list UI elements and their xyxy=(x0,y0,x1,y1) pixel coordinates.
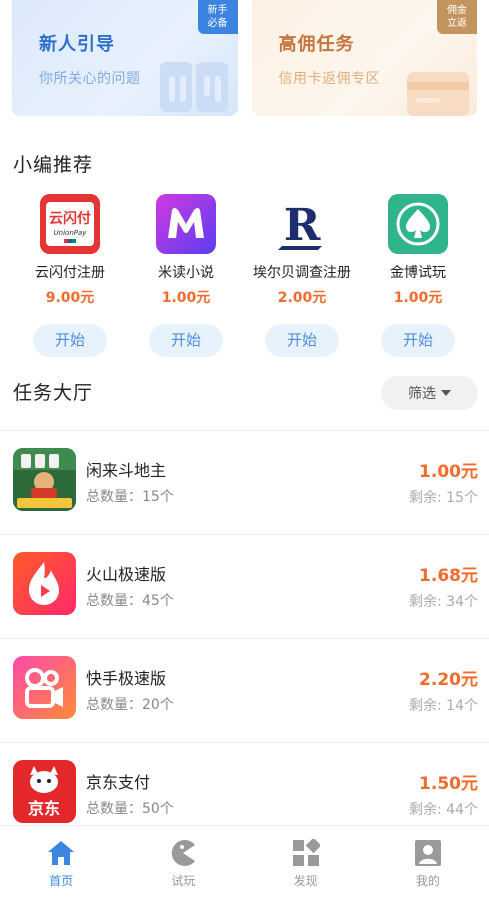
task-row[interactable]: 快手极速版 总数量：20个 2.20元 剩余: 14个 xyxy=(0,638,489,742)
card-game-icon xyxy=(13,448,76,511)
task-hall-title: 任务大厅 xyxy=(13,382,94,404)
recommend-item-name: 云闪付注册 xyxy=(35,265,105,281)
task-name: 闲来斗地主 xyxy=(86,461,167,480)
pacman-icon xyxy=(168,838,198,868)
task-price: 1.68元 xyxy=(419,566,478,586)
task-list: 闲来斗地主 总数量：15个 1.00元 剩余: 15个 火山极速版 总数量：45… xyxy=(0,430,489,846)
recommend-item-price: 9.00元 xyxy=(45,290,95,306)
bottom-nav: 首页 试玩 发现 我的 xyxy=(0,825,489,897)
promo-banner-row: 新人引导 你所关心的问题 新手 必备 高佣任务 信用卡返佣专区 佣金 立返 xyxy=(12,0,477,116)
recommend-item-name: 埃尔贝调查注册 xyxy=(253,265,351,281)
nav-home[interactable]: 首页 xyxy=(0,826,122,897)
start-button[interactable]: 开始 xyxy=(265,324,339,357)
badge-line: 必备 xyxy=(207,18,228,29)
nav-label: 试玩 xyxy=(171,874,196,888)
badge-line: 立返 xyxy=(447,18,467,29)
jd-logo-text: 京东 xyxy=(28,799,60,818)
unionpay-icon: 云闪付 UnionPay xyxy=(40,194,100,254)
start-button[interactable]: 开始 xyxy=(33,324,107,357)
flame-icon xyxy=(13,552,76,615)
recommend-item-name: 米读小说 xyxy=(158,265,214,281)
recommend-item-name: 金博试玩 xyxy=(390,265,446,281)
letter-r-glyph: R xyxy=(284,200,321,251)
recommend-item-price: 1.00元 xyxy=(161,290,211,306)
filter-label: 筛选 xyxy=(408,386,436,402)
badge-line: 佣金 xyxy=(447,5,467,16)
jd-dog-icon: 京东 xyxy=(13,760,76,823)
task-remaining: 剩余: 15个 xyxy=(409,490,478,506)
nav-label: 我的 xyxy=(415,874,440,888)
task-price: 1.50元 xyxy=(419,774,478,794)
midu-m-icon xyxy=(156,194,216,254)
recommend-item-price: 1.00元 xyxy=(393,290,443,306)
task-row[interactable]: 火山极速版 总数量：45个 1.68元 剩余: 34个 xyxy=(0,534,489,638)
recommend-item-price: 2.00元 xyxy=(277,290,327,306)
recommend-item[interactable]: 金博试玩 1.00元 开始 xyxy=(360,194,476,357)
nav-label: 发现 xyxy=(293,874,318,888)
badge-line: 新手 xyxy=(207,5,228,16)
spade-icon xyxy=(388,194,448,254)
filter-button[interactable]: 筛选 xyxy=(381,376,478,410)
nav-trial[interactable]: 试玩 xyxy=(122,826,244,897)
book-icon xyxy=(159,62,228,112)
start-button[interactable]: 开始 xyxy=(381,324,455,357)
caret-down-icon xyxy=(441,390,451,396)
recommend-item[interactable]: 云闪付 UnionPay 云闪付注册 9.00元 开始 xyxy=(12,194,128,357)
recommend-section-title: 小编推荐 xyxy=(13,154,94,176)
credit-card-icon xyxy=(407,72,469,116)
letter-r-icon: R xyxy=(272,194,332,254)
user-icon xyxy=(413,838,443,868)
task-total: 总数量：50个 xyxy=(86,801,174,817)
promo-badge: 新手 必备 xyxy=(197,0,238,34)
task-row[interactable]: 闲来斗地主 总数量：15个 1.00元 剩余: 15个 xyxy=(0,430,489,534)
task-remaining: 剩余: 14个 xyxy=(409,698,478,714)
promo-card-newbie-guide[interactable]: 新人引导 你所关心的问题 新手 必备 xyxy=(12,0,238,116)
task-remaining: 剩余: 34个 xyxy=(409,594,478,610)
recommend-item[interactable]: 米读小说 1.00元 开始 xyxy=(128,194,244,357)
home-icon xyxy=(46,838,76,868)
task-price: 1.00元 xyxy=(419,462,478,482)
unionpay-logo-text: 云闪付 xyxy=(49,210,91,227)
promo-card-high-commission[interactable]: 高佣任务 信用卡返佣专区 佣金 立返 xyxy=(251,0,477,116)
promo-badge: 佣金 立返 xyxy=(437,0,477,34)
task-remaining: 剩余: 44个 xyxy=(409,802,478,818)
nav-mine[interactable]: 我的 xyxy=(367,826,489,897)
task-price: 2.20元 xyxy=(419,670,478,690)
unionpay-logo-subtext: UnionPay xyxy=(54,229,88,237)
start-button[interactable]: 开始 xyxy=(149,324,223,357)
nav-label: 首页 xyxy=(49,874,74,888)
recommend-list: 云闪付 UnionPay 云闪付注册 9.00元 开始 米读小说 1.00元 开… xyxy=(12,194,477,357)
task-name: 快手极速版 xyxy=(86,669,167,688)
task-total: 总数量：20个 xyxy=(86,697,174,713)
video-camera-icon xyxy=(13,656,76,719)
nav-discover[interactable]: 发现 xyxy=(245,826,367,897)
task-name: 京东支付 xyxy=(86,773,151,792)
task-name: 火山极速版 xyxy=(86,565,167,584)
recommend-item[interactable]: R 埃尔贝调查注册 2.00元 开始 xyxy=(244,194,360,357)
task-total: 总数量：15个 xyxy=(86,489,174,505)
task-total: 总数量：45个 xyxy=(86,593,174,609)
grid-icon xyxy=(291,838,321,868)
